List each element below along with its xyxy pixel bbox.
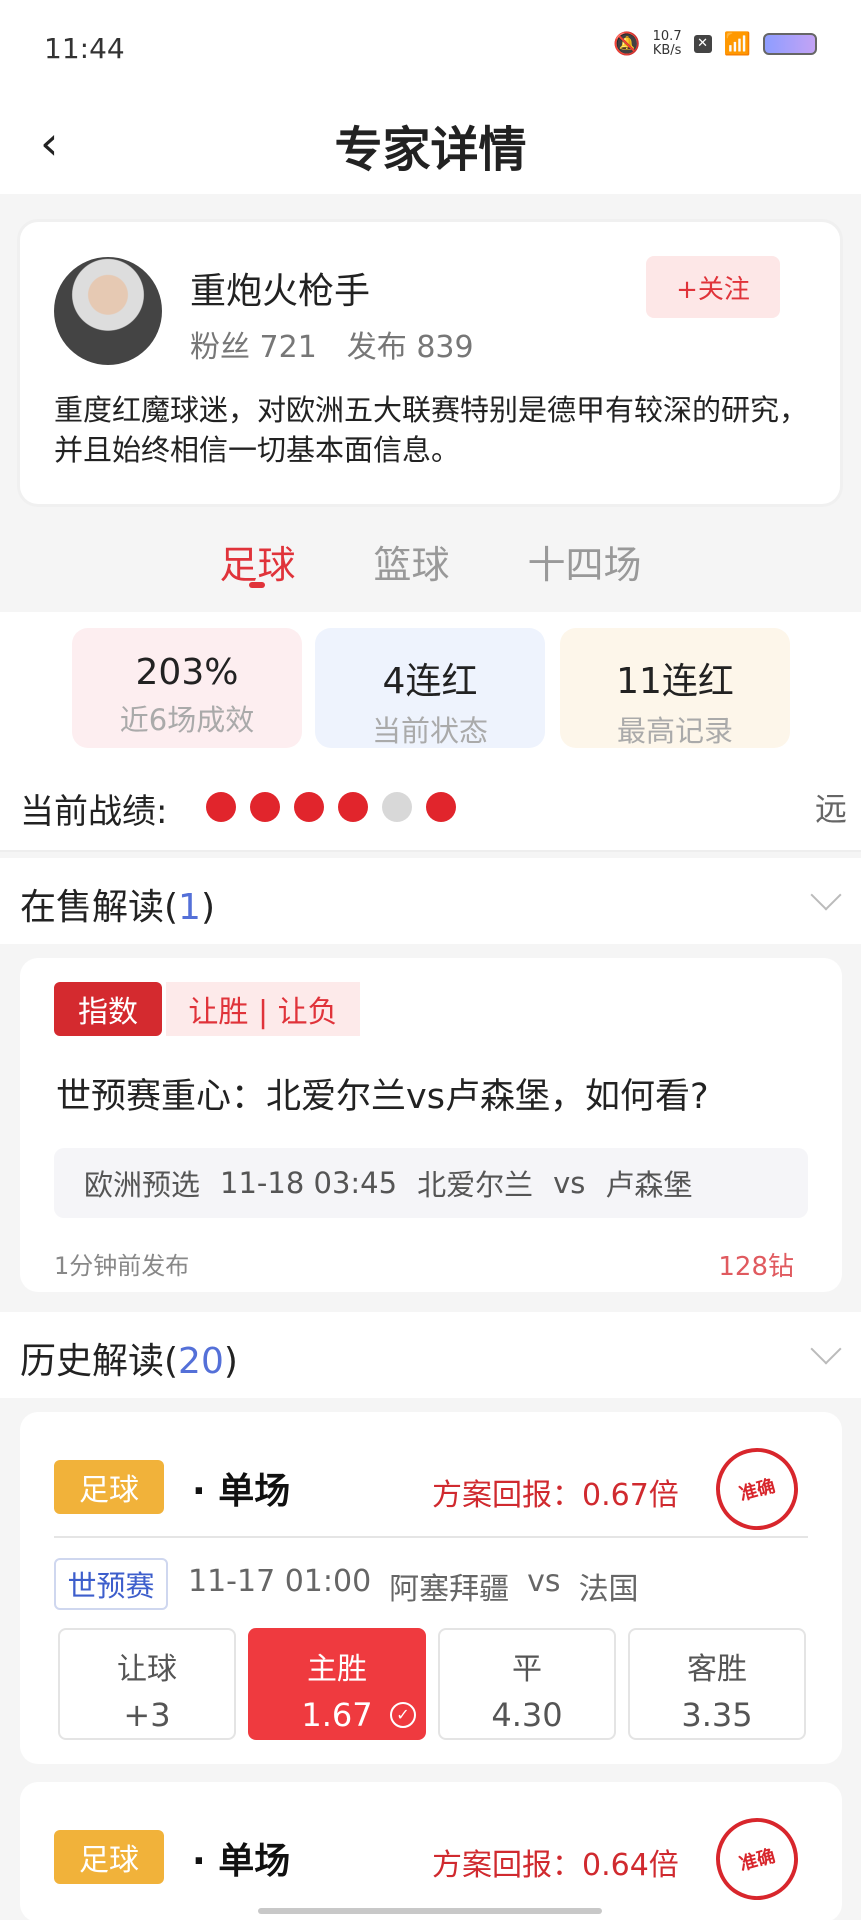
history-title-text: 历史解读(	[20, 1341, 179, 1382]
away-team: 卢森堡	[605, 1168, 693, 1202]
status-bar: 11:44 🔕 10.7 KB/s ✕ 📶	[0, 0, 861, 100]
current-record: 当前战绩: 远	[0, 760, 861, 852]
result-dot-win	[294, 792, 324, 822]
odds-label: 平	[512, 1652, 542, 1687]
posts-count: 发布 839	[346, 330, 474, 365]
home-team: 阿塞拜疆	[389, 1572, 510, 1607]
posted-time: 1分钟前发布	[54, 1252, 190, 1280]
bet-type: · 单场	[192, 1841, 291, 1882]
index-tag: 指数	[54, 982, 162, 1036]
chevron-down-icon[interactable]	[810, 879, 842, 911]
network-speed-value: 10.7	[652, 29, 682, 44]
network-speed: 10.7 KB/s	[653, 30, 682, 58]
result-dot-win	[250, 792, 280, 822]
league-tag: 世预赛	[54, 1558, 168, 1610]
stat-current-streak: 4连红 当前状态	[315, 628, 545, 748]
home-team: 北爱尔兰	[417, 1168, 534, 1202]
match-info: 11-17 01:00 阿塞拜疆 vs 法国	[188, 1564, 639, 1608]
history-header[interactable]: 历史解读(20)	[0, 1312, 861, 1398]
odds-home-win: 主胜 1.67 ✓	[248, 1628, 426, 1740]
play-type-tag: 让胜 | 让负	[166, 982, 360, 1036]
sport-tabs: 足球 篮球 十四场	[0, 520, 861, 615]
accurate-stamp-icon: 准确	[706, 1808, 808, 1910]
price-label: 128钻	[718, 1252, 794, 1282]
history-card[interactable]: 足球 · 单场 方案回报：0.64倍 准确	[20, 1782, 842, 1920]
odds-value: 4.30	[491, 1696, 563, 1734]
record-more[interactable]: 远	[815, 784, 847, 830]
record-dots	[206, 792, 456, 822]
stat-value: 11连红	[616, 661, 734, 702]
status-time: 11:44	[44, 32, 125, 65]
result-dot-win	[426, 792, 456, 822]
on-sale-title-close: )	[200, 887, 215, 928]
match-league: 欧洲预选	[84, 1168, 201, 1202]
close-box-icon: ✕	[693, 35, 712, 53]
follow-button[interactable]: +关注	[646, 256, 780, 318]
battery-icon	[763, 33, 817, 55]
result-dot-win	[338, 792, 368, 822]
stat-label: 当前状态	[371, 714, 488, 748]
result-dot-win	[206, 792, 236, 822]
mute-icon: 🔕	[613, 31, 641, 57]
history-count: 20	[178, 1341, 224, 1382]
app-header: ‹ 专家详情	[0, 100, 861, 194]
history-card[interactable]: 足球 · 单场 方案回报：0.67倍 准确 世预赛 11-17 01:00 阿塞…	[20, 1412, 842, 1764]
odds-label: 让球	[117, 1652, 177, 1687]
fans-count: 粉丝 721	[190, 330, 317, 365]
match-datetime: 11-18 03:45	[220, 1166, 398, 1200]
network-speed-unit: KB/s	[652, 43, 682, 58]
status-icons: 🔕 10.7 KB/s ✕ 📶	[613, 30, 817, 58]
home-indicator[interactable]	[258, 1908, 602, 1914]
odds-draw: 平 4.30	[438, 1628, 616, 1740]
tab-fourteen[interactable]: 十四场	[528, 520, 642, 598]
bet-type: · 单场	[192, 1471, 291, 1512]
odds-value: 3.35	[681, 1696, 753, 1734]
check-circle-icon: ✓	[390, 1702, 416, 1728]
odds-away-win: 客胜 3.35	[628, 1628, 806, 1740]
stat-best-streak: 11连红 最高记录	[560, 628, 790, 748]
stat-label: 近6场成效	[119, 703, 255, 737]
on-sale-list: 指数 让胜 | 让负 世预赛重心：北爱尔兰vs卢森堡，如何看? 欧洲预选 11-…	[0, 944, 861, 1310]
sport-tag: 足球	[54, 1460, 164, 1514]
avatar[interactable]	[54, 257, 162, 365]
on-sale-header[interactable]: 在售解读(1)	[0, 858, 861, 944]
odds-handicap: 让球 +3	[58, 1628, 236, 1740]
plan-return: 方案回报：0.64倍	[432, 1848, 679, 1883]
vs-label: vs	[527, 1564, 561, 1599]
tab-basketball[interactable]: 篮球	[373, 520, 449, 598]
expert-description: 重度红魔球迷，对欧洲五大联赛特别是德甲有较深的研究，并且始终相信一切基本面信息。	[54, 393, 809, 467]
article-headline: 世预赛重心：北爱尔兰vs卢森堡，如何看?	[56, 1077, 709, 1117]
accurate-stamp-icon: 准确	[706, 1438, 808, 1540]
stat-label: 最高记录	[616, 714, 733, 748]
on-sale-card[interactable]: 指数 让胜 | 让负 世预赛重心：北爱尔兰vs卢森堡，如何看? 欧洲预选 11-…	[20, 958, 842, 1292]
odds-label: 主胜	[307, 1652, 367, 1687]
odds-value: +3	[123, 1696, 171, 1734]
expert-stats: 粉丝 721 发布 839	[190, 322, 474, 366]
stat-value: 203%	[135, 652, 239, 693]
match-datetime: 11-17 01:00	[188, 1564, 372, 1599]
wifi-icon: 📶	[723, 31, 751, 57]
page-title: 专家详情	[334, 122, 527, 178]
on-sale-title: 在售解读(1)	[20, 878, 215, 930]
on-sale-title-text: 在售解读(	[20, 887, 179, 928]
away-team: 法国	[578, 1572, 639, 1607]
result-dot-loss	[382, 792, 412, 822]
match-info: 欧洲预选 11-18 03:45 北爱尔兰 vs 卢森堡	[54, 1148, 808, 1218]
sport-tag: 足球	[54, 1830, 164, 1884]
stats-area: 203% 近6场成效 4连红 当前状态 11连红 最高记录	[0, 612, 861, 760]
history-title-close: )	[223, 1341, 238, 1382]
stat-value: 4连红	[382, 661, 478, 702]
expert-card: 重炮火枪手 粉丝 721 发布 839 +关注 重度红魔球迷，对欧洲五大联赛特别…	[20, 222, 840, 504]
vs-label: vs	[553, 1166, 586, 1200]
divider	[54, 1536, 808, 1538]
record-label: 当前战绩:	[20, 792, 168, 832]
chevron-down-icon[interactable]	[810, 1333, 842, 1365]
stat-recent-roi: 203% 近6场成效	[72, 628, 302, 748]
expert-name: 重炮火枪手	[190, 271, 371, 312]
history-title: 历史解读(20)	[20, 1332, 238, 1384]
tab-football[interactable]: 足球	[219, 520, 295, 598]
odds-label: 客胜	[687, 1652, 747, 1687]
plan-return: 方案回报：0.67倍	[432, 1478, 679, 1513]
on-sale-count: 1	[178, 887, 201, 928]
